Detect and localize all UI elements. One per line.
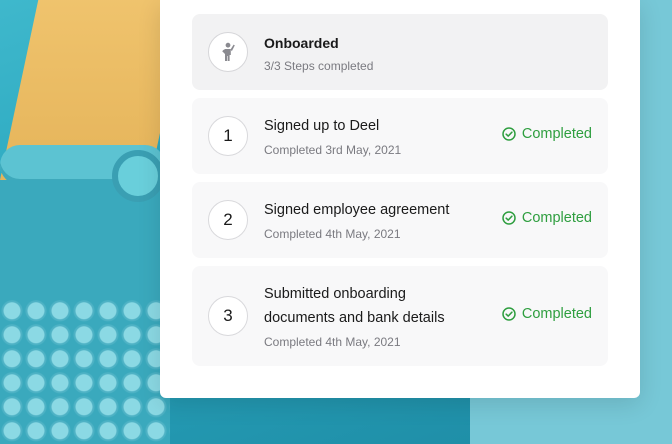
step-title: Signed up to Deel	[264, 118, 380, 134]
step-title: Signed employee agreement	[264, 202, 450, 218]
onboarding-card: Onboarded 3/3 Steps completed 1 Signed u…	[160, 0, 640, 398]
summary-title: Onboarded	[264, 35, 339, 51]
person-waving-icon	[208, 32, 248, 72]
typewriter-keys	[0, 300, 170, 444]
summary-subtitle: 3/3 Steps completed	[264, 59, 374, 73]
step-item: 2 Signed employee agreement Completed 4t…	[192, 182, 608, 258]
status-label: Completed	[521, 210, 592, 226]
status-badge: Completed	[502, 210, 592, 226]
step-title: Submitted onboarding documents and bank …	[264, 286, 445, 326]
step-item: 1 Signed up to Deel Completed 3rd May, 2…	[192, 98, 608, 174]
status-label: Completed	[521, 126, 592, 142]
step-item: 3 Submitted onboarding documents and ban…	[192, 266, 608, 366]
status-badge: Completed	[502, 306, 592, 322]
step-date: Completed 3rd May, 2021	[264, 143, 402, 157]
check-circle-icon	[502, 211, 516, 225]
status-label: Completed	[521, 306, 592, 322]
status-badge: Completed	[502, 126, 592, 142]
check-circle-icon	[502, 127, 516, 141]
onboarding-summary: Onboarded 3/3 Steps completed	[192, 14, 608, 90]
step-number: 1	[208, 116, 248, 156]
check-circle-icon	[502, 307, 516, 321]
step-date: Completed 4th May, 2021	[264, 227, 401, 241]
step-number: 3	[208, 296, 248, 336]
step-date: Completed 4th May, 2021	[264, 335, 401, 349]
step-number: 2	[208, 200, 248, 240]
typewriter-spool	[112, 150, 164, 202]
